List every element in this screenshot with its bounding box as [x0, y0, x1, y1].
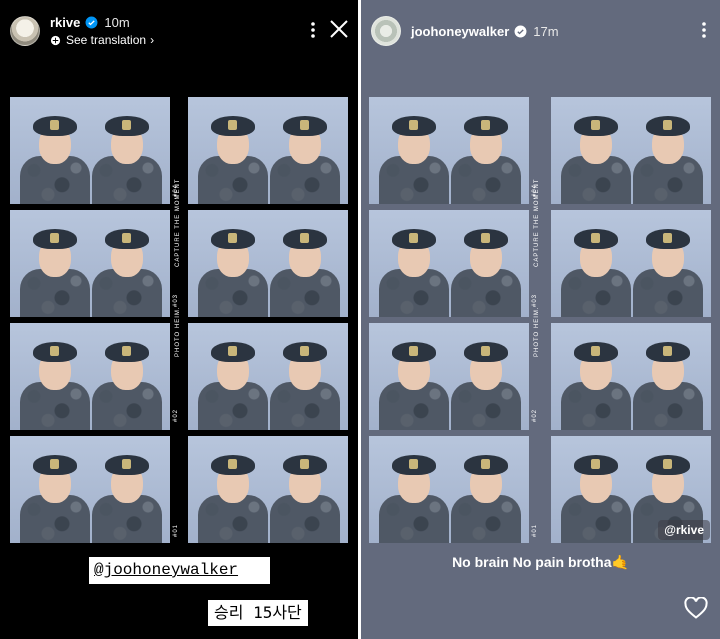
story-joohoneywalker: joohoneywalker 17m #04 #03 #02 #01 CAPTU… — [361, 0, 720, 639]
photo-frame — [369, 210, 529, 317]
film-edge: #04 #03 #02 #01 CAPTURE THE MOMENT PHOTO… — [531, 97, 543, 541]
film-column-2 — [551, 97, 711, 543]
film-edge-text: CAPTURE THE MOMENT — [175, 178, 181, 267]
story-header: joohoneywalker 17m — [361, 0, 720, 62]
story-header: rkive 10m See translation › — [0, 0, 358, 62]
photo-frame — [188, 436, 348, 543]
story-rkive: rkive 10m See translation › #04 #03 #02 … — [0, 0, 358, 639]
photo-frame — [188, 210, 348, 317]
photo-frame — [10, 210, 170, 317]
close-icon[interactable] — [328, 18, 350, 40]
photo-frame — [551, 97, 711, 204]
more-options-icon[interactable] — [702, 22, 706, 38]
post-time: 17m — [533, 23, 559, 39]
photo-frame — [369, 436, 529, 543]
photo-frame — [188, 323, 348, 430]
avatar[interactable] — [371, 16, 401, 46]
photo-frame — [188, 97, 348, 204]
see-translation-link[interactable]: See translation › — [50, 33, 154, 47]
film-column-1 — [10, 97, 170, 543]
mention-sticker[interactable]: @rkive — [658, 520, 710, 540]
mention-sticker[interactable]: @joohoneywalker — [89, 557, 270, 584]
film-edge-text: PHOTO HEIM. — [175, 306, 181, 357]
photo-frame — [10, 323, 170, 430]
film-label: #02 — [532, 408, 538, 422]
more-options-icon[interactable] — [311, 22, 315, 38]
photo-frame — [369, 97, 529, 204]
film-edge-text: CAPTURE THE MOMENT — [534, 178, 540, 267]
verified-badge-icon — [514, 25, 527, 37]
film-label: #02 — [173, 408, 179, 422]
chevron-right-icon: › — [150, 33, 155, 47]
post-time: 10m — [104, 15, 130, 30]
photo-frame — [10, 436, 170, 543]
photo-frame — [551, 323, 711, 430]
username[interactable]: joohoneywalker — [411, 24, 509, 39]
verified-badge-icon — [85, 16, 98, 29]
story-caption: 승리 15사단 — [208, 600, 308, 626]
translate-icon — [50, 35, 61, 45]
see-translation-label: See translation — [66, 33, 147, 47]
username[interactable]: rkive — [50, 15, 80, 30]
story-caption: No brain No pain brotha🤙 — [452, 554, 629, 570]
film-edge: #04 #03 #02 #01 CAPTURE THE MOMENT PHOTO… — [172, 97, 184, 541]
film-label: #01 — [173, 523, 179, 537]
film-label: #03 — [173, 293, 179, 307]
photo-frame — [369, 323, 529, 430]
heart-icon[interactable] — [684, 597, 708, 619]
photo-frame — [551, 210, 711, 317]
photo-frame — [10, 97, 170, 204]
film-column-1 — [369, 97, 529, 543]
avatar[interactable] — [10, 16, 40, 46]
film-label: #01 — [532, 523, 538, 537]
film-column-2 — [188, 97, 348, 543]
film-label: #03 — [532, 293, 538, 307]
film-edge-text: PHOTO HEIM. — [534, 306, 540, 357]
